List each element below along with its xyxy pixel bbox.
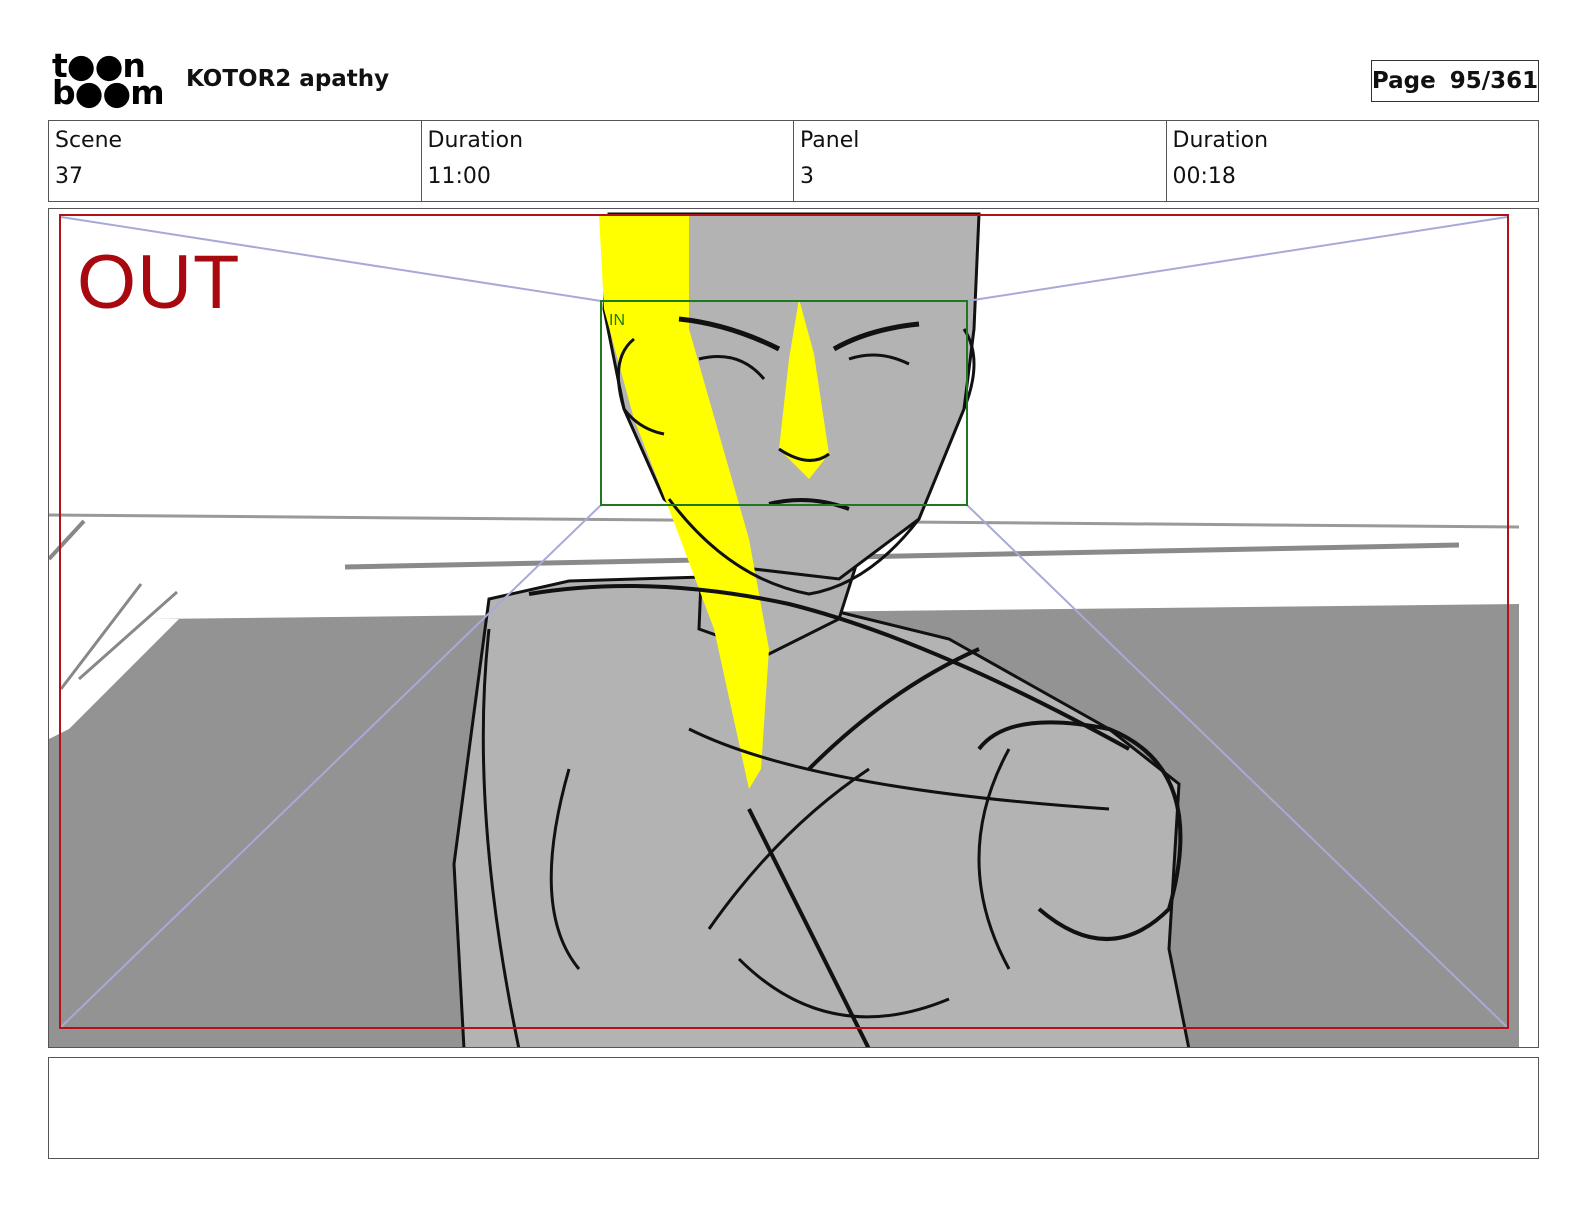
panel-duration-cell: Duration 00:18 (1167, 121, 1539, 201)
panel-notes-box[interactable] (48, 1057, 1539, 1159)
scene-duration-cell: Duration 11:00 (422, 121, 794, 201)
panel-drawing: IN (49, 212, 1520, 1047)
in-frame-label: IN (609, 312, 625, 329)
logo-line-2: b●●m (52, 73, 165, 112)
floor-line (344, 542, 1460, 570)
scene-duration-label: Duration (427, 128, 524, 153)
page-indicator: Page 95/361 (1371, 60, 1539, 102)
scene-label: Scene (55, 128, 123, 153)
panel-duration-value: 00:18 (1172, 164, 1236, 189)
panel-duration-label: Duration (1172, 128, 1269, 153)
panel-label: Panel (800, 128, 860, 153)
panel-value: 3 (800, 164, 814, 189)
page-label: Page (1371, 68, 1436, 94)
scene-value: 37 (55, 164, 83, 189)
perspective-line-tr (966, 216, 1508, 302)
panel-cell: Panel 3 (794, 121, 1167, 201)
page-number: 95/361 (1449, 68, 1539, 94)
scene-duration-value: 11:00 (427, 164, 491, 189)
out-frame-label: OUT (77, 240, 241, 325)
toonboom-logo: t●●n b●●m (52, 49, 165, 112)
sketch-stroke-1 (49, 519, 86, 561)
project-title: KOTOR2 apathy (186, 66, 390, 92)
storyboard-panel: IN OUT (48, 208, 1539, 1048)
scene-info-table: Scene 37 Duration 11:00 Panel 3 Duration… (48, 120, 1539, 202)
scene-cell: Scene 37 (49, 121, 422, 201)
